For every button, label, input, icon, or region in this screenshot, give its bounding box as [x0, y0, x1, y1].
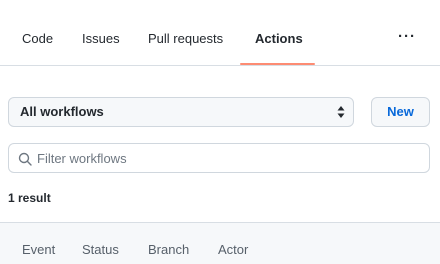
active-tab-underline [240, 63, 315, 65]
tab-code[interactable]: Code [22, 30, 53, 48]
tab-actions[interactable]: Actions [255, 30, 303, 48]
filter-workflows-input[interactable] [37, 144, 417, 172]
workflow-select-value: All workflows [20, 104, 104, 119]
updown-caret-icon [337, 106, 345, 118]
tab-pull-requests[interactable]: Pull requests [148, 30, 223, 48]
run-filter-bar: Event Status Branch Actor [0, 222, 440, 264]
new-workflow-button[interactable]: New [371, 97, 430, 127]
result-count: 1 result [8, 191, 51, 205]
repo-nav-tabs: Code Issues Pull requests Actions ··· [0, 0, 440, 66]
filter-event[interactable]: Event [22, 242, 55, 257]
filter-workflows-field [8, 143, 430, 173]
filter-status[interactable]: Status [82, 242, 119, 257]
filter-branch[interactable]: Branch [148, 242, 189, 257]
search-icon [18, 152, 32, 166]
tab-issues[interactable]: Issues [82, 30, 120, 48]
more-menu-button[interactable]: ··· [398, 28, 416, 45]
filter-actor[interactable]: Actor [218, 242, 248, 257]
workflow-select[interactable]: All workflows [8, 97, 354, 127]
